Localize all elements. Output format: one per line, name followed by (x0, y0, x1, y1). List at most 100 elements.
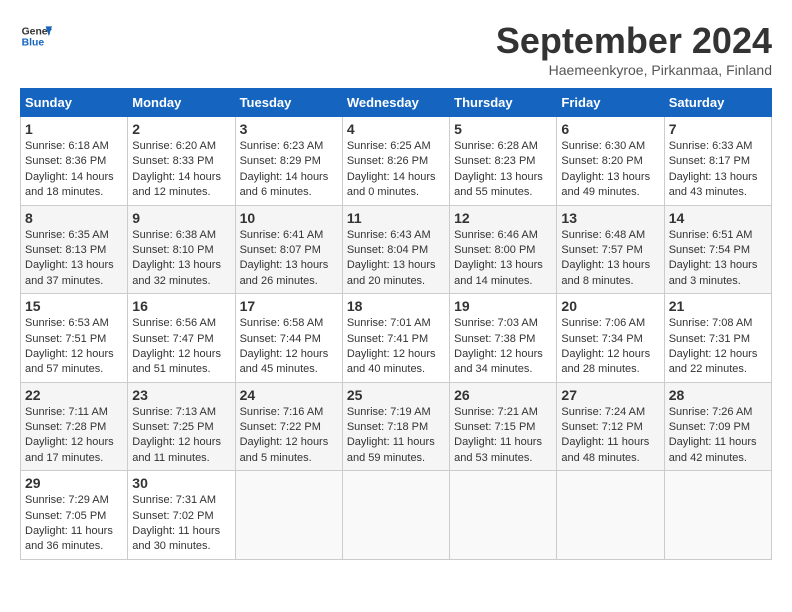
location-subtitle: Haemeenkyroe, Pirkanmaa, Finland (496, 62, 772, 78)
day-number: 4 (347, 121, 445, 137)
weekday-header-friday: Friday (557, 89, 664, 117)
svg-text:Blue: Blue (22, 38, 45, 49)
weekday-header-wednesday: Wednesday (342, 89, 449, 117)
day-number: 14 (669, 210, 767, 226)
day-number: 9 (132, 210, 230, 226)
day-number: 12 (454, 210, 552, 226)
calendar-cell (450, 471, 557, 560)
calendar-cell: 29 Sunrise: 7:29 AM Sunset: 7:05 PM Dayli… (21, 471, 128, 560)
calendar-cell: 21 Sunrise: 7:08 AM Sunset: 7:31 PM Dayli… (664, 294, 771, 383)
logo: General Blue (20, 20, 52, 52)
day-number: 11 (347, 210, 445, 226)
day-number: 22 (25, 387, 123, 403)
day-info: Sunrise: 6:35 AM Sunset: 8:13 PM Dayligh… (25, 228, 123, 290)
day-info: Sunrise: 7:01 AM Sunset: 7:41 PM Dayligh… (347, 316, 445, 378)
day-info: Sunrise: 6:33 AM Sunset: 8:17 PM Dayligh… (669, 139, 767, 201)
day-info: Sunrise: 6:58 AM Sunset: 7:44 PM Dayligh… (240, 316, 338, 378)
day-info: Sunrise: 6:30 AM Sunset: 8:20 PM Dayligh… (561, 139, 659, 201)
day-info: Sunrise: 6:20 AM Sunset: 8:33 PM Dayligh… (132, 139, 230, 201)
day-number: 1 (25, 121, 123, 137)
day-info: Sunrise: 7:13 AM Sunset: 7:25 PM Dayligh… (132, 405, 230, 467)
day-number: 24 (240, 387, 338, 403)
calendar-cell (664, 471, 771, 560)
calendar-table: SundayMondayTuesdayWednesdayThursdayFrid… (20, 88, 772, 560)
calendar-cell (557, 471, 664, 560)
weekday-header-thursday: Thursday (450, 89, 557, 117)
calendar-cell: 30 Sunrise: 7:31 AM Sunset: 7:02 PM Dayli… (128, 471, 235, 560)
day-info: Sunrise: 7:29 AM Sunset: 7:05 PM Dayligh… (25, 493, 123, 555)
day-number: 2 (132, 121, 230, 137)
calendar-cell: 18Sunrise: 7:01 AM Sunset: 7:41 PM Dayli… (342, 294, 449, 383)
day-number: 15 (25, 298, 123, 314)
day-number: 29 (25, 475, 123, 491)
day-info: Sunrise: 7:16 AM Sunset: 7:22 PM Dayligh… (240, 405, 338, 467)
calendar-cell: 8 Sunrise: 6:35 AM Sunset: 8:13 PM Daylig… (21, 205, 128, 294)
day-info: Sunrise: 6:18 AM Sunset: 8:36 PM Dayligh… (25, 139, 123, 201)
weekday-header-saturday: Saturday (664, 89, 771, 117)
calendar-cell (342, 471, 449, 560)
day-info: Sunrise: 7:11 AM Sunset: 7:28 PM Dayligh… (25, 405, 123, 467)
day-number: 8 (25, 210, 123, 226)
day-number: 28 (669, 387, 767, 403)
calendar-cell: 9Sunrise: 6:38 AM Sunset: 8:10 PM Daylig… (128, 205, 235, 294)
calendar-cell: 13 Sunrise: 6:48 AM Sunset: 7:57 PM Dayli… (557, 205, 664, 294)
day-number: 5 (454, 121, 552, 137)
month-title: September 2024 (496, 20, 772, 62)
day-number: 21 (669, 298, 767, 314)
calendar-week-row: 29 Sunrise: 7:29 AM Sunset: 7:05 PM Dayli… (21, 471, 772, 560)
calendar-cell: 15 Sunrise: 6:53 AM Sunset: 7:51 PM Dayli… (21, 294, 128, 383)
calendar-cell: 4 Sunrise: 6:25 AM Sunset: 8:26 PM Daylig… (342, 117, 449, 206)
day-info: Sunrise: 6:28 AM Sunset: 8:23 PM Dayligh… (454, 139, 552, 201)
day-info: Sunrise: 7:26 AM Sunset: 7:09 PM Dayligh… (669, 405, 767, 467)
day-number: 7 (669, 121, 767, 137)
day-info: Sunrise: 6:43 AM Sunset: 8:04 PM Dayligh… (347, 228, 445, 290)
calendar-cell: 5 Sunrise: 6:28 AM Sunset: 8:23 PM Daylig… (450, 117, 557, 206)
day-number: 6 (561, 121, 659, 137)
calendar-week-row: 1 Sunrise: 6:18 AM Sunset: 8:36 PM Daylig… (21, 117, 772, 206)
day-number: 3 (240, 121, 338, 137)
day-info: Sunrise: 7:19 AM Sunset: 7:18 PM Dayligh… (347, 405, 445, 467)
day-info: Sunrise: 6:25 AM Sunset: 8:26 PM Dayligh… (347, 139, 445, 201)
calendar-cell: 1 Sunrise: 6:18 AM Sunset: 8:36 PM Daylig… (21, 117, 128, 206)
calendar-cell: 25 Sunrise: 7:19 AM Sunset: 7:18 PM Dayli… (342, 382, 449, 471)
calendar-cell (235, 471, 342, 560)
calendar-cell: 17Sunrise: 6:58 AM Sunset: 7:44 PM Dayli… (235, 294, 342, 383)
day-info: Sunrise: 6:56 AM Sunset: 7:47 PM Dayligh… (132, 316, 230, 378)
calendar-cell: 27Sunrise: 7:24 AM Sunset: 7:12 PM Dayli… (557, 382, 664, 471)
day-number: 19 (454, 298, 552, 314)
calendar-cell: 7 Sunrise: 6:33 AM Sunset: 8:17 PM Daylig… (664, 117, 771, 206)
calendar-cell: 10Sunrise: 6:41 AM Sunset: 8:07 PM Dayli… (235, 205, 342, 294)
calendar-cell: 11 Sunrise: 6:43 AM Sunset: 8:04 PM Dayli… (342, 205, 449, 294)
title-block: September 2024 Haemeenkyroe, Pirkanmaa, … (496, 20, 772, 78)
weekday-header-monday: Monday (128, 89, 235, 117)
calendar-cell: 12Sunrise: 6:46 AM Sunset: 8:00 PM Dayli… (450, 205, 557, 294)
logo-icon: General Blue (20, 20, 52, 52)
weekday-header-row: SundayMondayTuesdayWednesdayThursdayFrid… (21, 89, 772, 117)
day-info: Sunrise: 7:08 AM Sunset: 7:31 PM Dayligh… (669, 316, 767, 378)
day-info: Sunrise: 7:21 AM Sunset: 7:15 PM Dayligh… (454, 405, 552, 467)
day-number: 26 (454, 387, 552, 403)
calendar-week-row: 8 Sunrise: 6:35 AM Sunset: 8:13 PM Daylig… (21, 205, 772, 294)
calendar-cell: 26 Sunrise: 7:21 AM Sunset: 7:15 PM Dayli… (450, 382, 557, 471)
calendar-cell: 3Sunrise: 6:23 AM Sunset: 8:29 PM Daylig… (235, 117, 342, 206)
calendar-cell: 14 Sunrise: 6:51 AM Sunset: 7:54 PM Dayli… (664, 205, 771, 294)
day-number: 30 (132, 475, 230, 491)
weekday-header-sunday: Sunday (21, 89, 128, 117)
day-info: Sunrise: 6:53 AM Sunset: 7:51 PM Dayligh… (25, 316, 123, 378)
day-info: Sunrise: 7:03 AM Sunset: 7:38 PM Dayligh… (454, 316, 552, 378)
day-number: 10 (240, 210, 338, 226)
day-info: Sunrise: 6:48 AM Sunset: 7:57 PM Dayligh… (561, 228, 659, 290)
day-number: 20 (561, 298, 659, 314)
day-info: Sunrise: 6:51 AM Sunset: 7:54 PM Dayligh… (669, 228, 767, 290)
calendar-cell: 16 Sunrise: 6:56 AM Sunset: 7:47 PM Dayli… (128, 294, 235, 383)
day-number: 25 (347, 387, 445, 403)
day-number: 16 (132, 298, 230, 314)
day-number: 13 (561, 210, 659, 226)
calendar-cell: 19 Sunrise: 7:03 AM Sunset: 7:38 PM Dayli… (450, 294, 557, 383)
day-info: Sunrise: 7:06 AM Sunset: 7:34 PM Dayligh… (561, 316, 659, 378)
calendar-week-row: 15 Sunrise: 6:53 AM Sunset: 7:51 PM Dayli… (21, 294, 772, 383)
calendar-cell: 28 Sunrise: 7:26 AM Sunset: 7:09 PM Dayli… (664, 382, 771, 471)
day-info: Sunrise: 7:31 AM Sunset: 7:02 PM Dayligh… (132, 493, 230, 555)
calendar-week-row: 22 Sunrise: 7:11 AM Sunset: 7:28 PM Dayli… (21, 382, 772, 471)
day-number: 27 (561, 387, 659, 403)
